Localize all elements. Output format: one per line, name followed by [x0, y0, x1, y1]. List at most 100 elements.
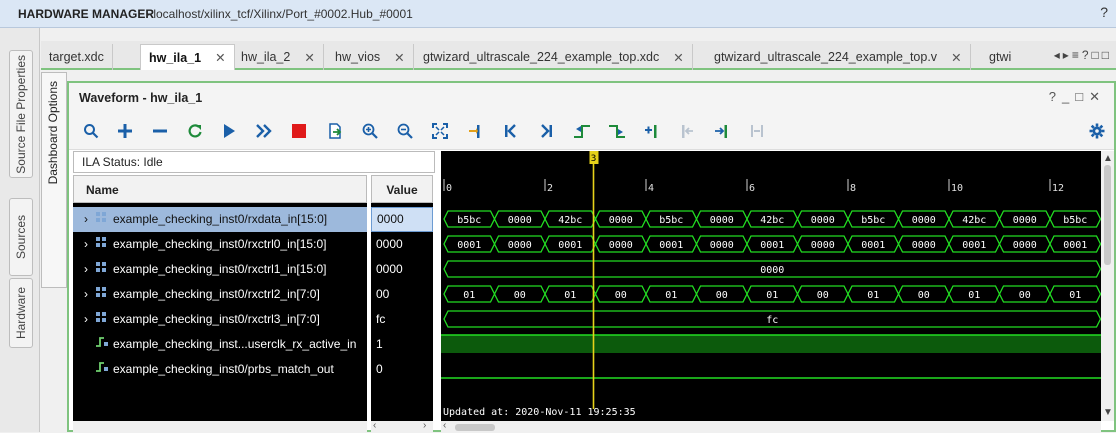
scroll-up-icon[interactable]: ▲ — [1103, 153, 1113, 164]
signal-row[interactable]: › example_checking_inst0/rxctrl3_in[7:0] — [73, 307, 367, 332]
time-tick-label: 4 — [648, 183, 654, 194]
close-icon[interactable]: ✕ — [304, 50, 314, 65]
ila-status: ILA Status: Idle — [73, 151, 435, 173]
bus-value-label: 0000 — [710, 215, 734, 226]
panel-window-controls[interactable]: ?_□✕ — [1049, 89, 1106, 105]
name-column-header[interactable]: Name — [73, 175, 367, 203]
export-icon[interactable] — [325, 121, 345, 141]
close-icon[interactable]: ✕ — [673, 50, 683, 65]
value-column-header[interactable]: Value — [371, 175, 433, 203]
bus-value-label: 42bc — [760, 215, 784, 226]
run-immediate-icon[interactable] — [254, 121, 274, 141]
signal-value[interactable]: 00 — [371, 282, 433, 307]
bus-value-label: 00 — [514, 290, 526, 301]
scrollbar-thumb[interactable] — [1104, 165, 1111, 265]
expand-chevron-icon[interactable]: › — [79, 307, 93, 332]
scroll-right-icon[interactable]: › — [423, 420, 426, 431]
value-horizontal-scrollbar[interactable]: ‹ › — [371, 420, 433, 433]
bus-value-label: 0001 — [659, 240, 683, 251]
plus-icon[interactable] — [115, 121, 135, 141]
time-tick-label: 2 — [547, 183, 553, 194]
close-icon[interactable]: ✕ — [394, 50, 404, 65]
bus-value-label: 00 — [615, 290, 627, 301]
zoom-in-icon[interactable] — [360, 121, 380, 141]
gear-icon[interactable] — [1087, 121, 1107, 141]
zoom-out-icon[interactable] — [395, 121, 415, 141]
search-icon[interactable] — [81, 121, 101, 141]
tab-hw-ila-1[interactable]: hw_ila_1 ✕ — [140, 44, 235, 70]
zoom-fit-icon[interactable] — [430, 121, 450, 141]
bus-value-label: 0000 — [1013, 240, 1037, 251]
refresh-icon[interactable] — [185, 121, 205, 141]
signal-name: example_checking_inst0/prbs_match_out — [113, 362, 334, 376]
signal-value[interactable]: 0000 — [371, 257, 433, 282]
add-marker-icon[interactable] — [642, 121, 662, 141]
signal-row[interactable]: › example_checking_inst0/rxctrl2_in[7:0] — [73, 282, 367, 307]
bus-value-label: b5bc — [659, 215, 683, 226]
bus-value-label: 01 — [1069, 290, 1081, 301]
signal-row[interactable]: example_checking_inst...userclk_rx_activ… — [73, 332, 367, 357]
scroll-left-icon[interactable]: ‹ — [443, 420, 446, 431]
scroll-left-icon[interactable]: ‹ — [373, 420, 376, 431]
signal-name: example_checking_inst0/rxdata_in[15:0] — [113, 212, 328, 226]
bus-signal-icon — [95, 232, 111, 257]
signal-value[interactable]: 1 — [371, 332, 433, 357]
prev-transition-icon[interactable] — [572, 121, 592, 141]
tab-target-xdc[interactable]: target.xdc — [41, 44, 113, 70]
next-transition-icon[interactable] — [607, 121, 627, 141]
time-tick-label: 10 — [951, 183, 963, 194]
prev-marker-icon[interactable] — [677, 121, 697, 141]
expand-chevron-icon[interactable]: › — [79, 207, 93, 232]
help-button[interactable]: ? — [1100, 4, 1108, 20]
expand-chevron-icon[interactable]: › — [79, 282, 93, 307]
scrollbar-thumb[interactable] — [455, 424, 495, 431]
signal-name: example_checking_inst0/rxctrl0_in[15:0] — [113, 237, 327, 251]
tab-source-file-properties[interactable]: Source File Properties — [9, 50, 33, 178]
bus-value-label: b5bc — [1063, 215, 1087, 226]
close-icon[interactable]: ✕ — [215, 50, 225, 65]
bus-value-label: 00 — [918, 290, 930, 301]
go-end-icon[interactable] — [536, 121, 556, 141]
bus-value-label: 0000 — [609, 215, 633, 226]
close-icon[interactable]: ✕ — [951, 50, 961, 65]
go-start-icon[interactable] — [501, 121, 521, 141]
panel-title: Waveform - hw_ila_1 — [79, 91, 203, 105]
tab-gtwi[interactable]: gtwi — [981, 44, 1019, 70]
minus-icon[interactable] — [150, 121, 170, 141]
swap-cursors-icon[interactable] — [747, 121, 767, 141]
expand-chevron-icon[interactable]: › — [79, 232, 93, 257]
signal-value[interactable]: fc — [371, 307, 433, 332]
bus-value-label: 0000 — [609, 240, 633, 251]
tab-example-top-xdc[interactable]: gtwizard_ultrascale_224_example_top.xdc ✕ — [415, 44, 693, 70]
tab-hardware[interactable]: Hardware — [9, 278, 33, 348]
tab-hw-vios[interactable]: hw_vios ✕ — [327, 44, 414, 70]
signal-row[interactable]: › example_checking_inst0/rxctrl1_in[15:0] — [73, 257, 367, 282]
signal-name: example_checking_inst0/rxctrl1_in[15:0] — [113, 262, 327, 276]
scroll-down-icon[interactable]: ▼ — [1103, 407, 1113, 418]
stop-icon[interactable] — [289, 121, 309, 141]
signal-row[interactable]: example_checking_inst0/prbs_match_out — [73, 357, 367, 382]
run-trigger-icon[interactable] — [219, 121, 239, 141]
bus-value-label: 0000 — [912, 240, 936, 251]
bus-value-label: 0000 — [1013, 215, 1037, 226]
next-marker-icon[interactable] — [712, 121, 732, 141]
wave-horizontal-scrollbar[interactable]: ‹ — [441, 420, 1101, 433]
tab-controls[interactable]: ◂▸≡?□□ — [1054, 48, 1112, 62]
bus-value-label: 01 — [463, 290, 475, 301]
dashboard-options-tab[interactable]: Dashboard Options — [41, 72, 67, 288]
waveform-view[interactable]: 0 2 4 6 8 10 12 b5bc 0000 42bc 0000 b5bc 0000 42bc 000… — [441, 151, 1102, 421]
name-horizontal-scrollbar[interactable] — [73, 421, 367, 433]
signal-value[interactable]: 0000 — [371, 232, 433, 257]
cursor-icon[interactable] — [465, 121, 485, 141]
signal-value[interactable]: 0000 — [371, 207, 433, 232]
tab-sources[interactable]: Sources — [9, 198, 33, 276]
expand-chevron-icon[interactable]: › — [79, 257, 93, 282]
signal-value[interactable]: 0 — [371, 357, 433, 382]
tab-hw-ila-2[interactable]: hw_ila_2 ✕ — [233, 44, 324, 70]
signal-name: example_checking_inst...userclk_rx_activ… — [113, 337, 357, 351]
signal-row[interactable]: › example_checking_inst0/rxctrl0_in[15:0] — [73, 232, 367, 257]
tab-example-top-v[interactable]: gtwizard_ultrascale_224_example_top.v ✕ — [706, 44, 971, 70]
signal-row[interactable]: › example_checking_inst0/rxdata_in[15:0] — [73, 207, 367, 232]
bus-value-label: 0001 — [558, 240, 582, 251]
vertical-scrollbar[interactable]: ▲ ▼ — [1101, 151, 1114, 421]
